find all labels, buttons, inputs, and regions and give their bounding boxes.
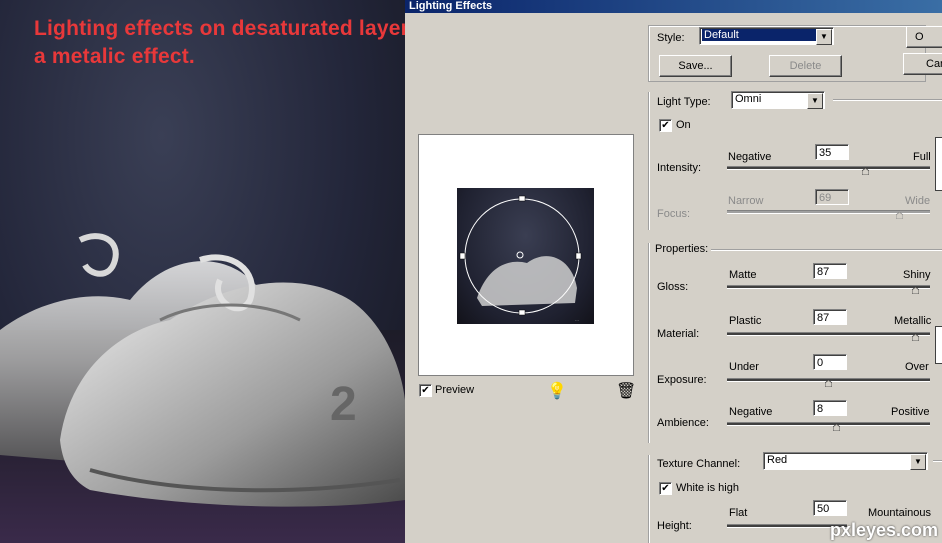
white-is-high-label: White is high: [676, 482, 739, 494]
sneakers-image: 2: [0, 233, 405, 507]
light-type-value: Omni: [735, 93, 762, 105]
dialog-titlebar[interactable]: Lighting Effects: [405, 0, 942, 13]
ok-button[interactable]: O: [906, 26, 942, 48]
gloss-slider-thumb[interactable]: [912, 287, 920, 294]
texture-channel-select[interactable]: Red ▼: [763, 452, 928, 470]
focus-left-label: Narrow: [728, 195, 764, 207]
exposure-input[interactable]: 0: [813, 354, 847, 370]
caption-line-2: a metalic effect.: [34, 45, 195, 68]
preview-area[interactable]: …: [418, 134, 634, 376]
texture-channel-label: Texture Channel:: [657, 458, 741, 470]
ambience-color-swatch[interactable]: [935, 326, 942, 364]
intensity-label: Intensity:: [657, 162, 702, 174]
chevron-down-icon: ▼: [816, 29, 832, 45]
ambience-slider-thumb[interactable]: [833, 424, 841, 431]
light-on-checkbox[interactable]: ✔: [659, 119, 672, 132]
preview-label: Preview: [435, 384, 475, 396]
style-select[interactable]: Default ▼: [699, 27, 834, 45]
gloss-right-label: Shiny: [903, 269, 931, 281]
ambience-label: Ambience:: [657, 417, 709, 429]
exposure-label: Exposure:: [657, 374, 707, 386]
material-slider-thumb[interactable]: [912, 334, 920, 341]
focus-right-label: Wide: [905, 195, 931, 207]
material-slider-track[interactable]: [727, 332, 930, 336]
material-right-label: Metallic: [894, 315, 932, 327]
properties-divider: [711, 249, 942, 251]
focus-label: Focus:: [657, 208, 691, 220]
ambience-left-label: Negative: [729, 406, 773, 418]
white-is-high-checkbox[interactable]: ✔: [659, 482, 672, 495]
light-bulb-icon[interactable]: 💡: [547, 381, 567, 401]
light-color-swatch[interactable]: [935, 137, 942, 191]
height-input[interactable]: 50: [813, 500, 847, 516]
chevron-down-icon: ▼: [910, 454, 926, 470]
focus-input[interactable]: 69: [815, 189, 849, 205]
height-label: Height:: [657, 520, 692, 532]
material-left-label: Plastic: [729, 315, 762, 327]
light-group-edge: [648, 92, 650, 230]
gloss-slider-track[interactable]: [727, 285, 930, 289]
exposure-right-label: Over: [905, 361, 929, 373]
light-circle[interactable]: …: [457, 188, 594, 324]
texture-divider: [933, 460, 942, 462]
gloss-left-label: Matte: [729, 269, 757, 281]
caption-line-1: Lighting effects on desaturated layer. G…: [34, 17, 405, 40]
intensity-input[interactable]: 35: [815, 144, 849, 160]
preview-checkbox[interactable]: ✔: [419, 384, 432, 397]
trash-icon[interactable]: 🗑: [616, 381, 636, 401]
properties-group-edge: [648, 243, 650, 443]
dialog-title: Lighting Effects: [409, 0, 493, 12]
intensity-right-label: Full: [913, 151, 931, 163]
material-input[interactable]: 87: [813, 309, 847, 325]
style-select-value: Default: [702, 29, 816, 41]
save-button[interactable]: Save...: [659, 55, 732, 77]
gloss-label: Gloss:: [657, 281, 689, 293]
focus-slider-thumb[interactable]: [896, 212, 904, 219]
texture-channel-value: Red: [767, 454, 788, 466]
delete-button[interactable]: Delete: [769, 55, 842, 77]
exposure-left-label: Under: [729, 361, 759, 373]
texture-group-edge: [648, 455, 650, 543]
ambience-input[interactable]: 8: [813, 400, 847, 416]
intensity-slider-thumb[interactable]: [861, 168, 869, 175]
watermark: pxleyes.com: [829, 520, 938, 540]
exposure-slider-thumb[interactable]: [825, 380, 832, 387]
properties-header: Properties:: [655, 243, 709, 255]
intensity-left-label: Negative: [728, 151, 772, 163]
svg-text:2: 2: [330, 378, 357, 431]
light-type-label: Light Type:: [657, 96, 711, 108]
ambience-right-label: Positive: [891, 406, 930, 418]
height-right-label: Mountainous: [868, 507, 931, 519]
photo-canvas: 2 Lighting effects on desaturated layer.…: [0, 0, 405, 543]
style-label: Style:: [657, 32, 685, 44]
lighting-effects-dialog: Lighting Effects … ✔ Preview 💡 🗑 Style: …: [405, 0, 942, 543]
light-type-divider: [833, 99, 942, 101]
cancel-button[interactable]: Car: [903, 53, 942, 75]
chevron-down-icon: ▼: [807, 93, 823, 109]
intensity-slider-track[interactable]: [727, 166, 930, 170]
svg-text:…: …: [575, 317, 579, 322]
gloss-input[interactable]: 87: [813, 263, 847, 279]
height-left-label: Flat: [729, 507, 748, 519]
light-on-label: On: [676, 119, 691, 131]
preview-thumbnail: …: [457, 188, 594, 324]
material-label: Material:: [657, 328, 700, 340]
ambience-slider-track[interactable]: [727, 422, 930, 426]
light-type-select[interactable]: Omni ▼: [731, 91, 825, 109]
